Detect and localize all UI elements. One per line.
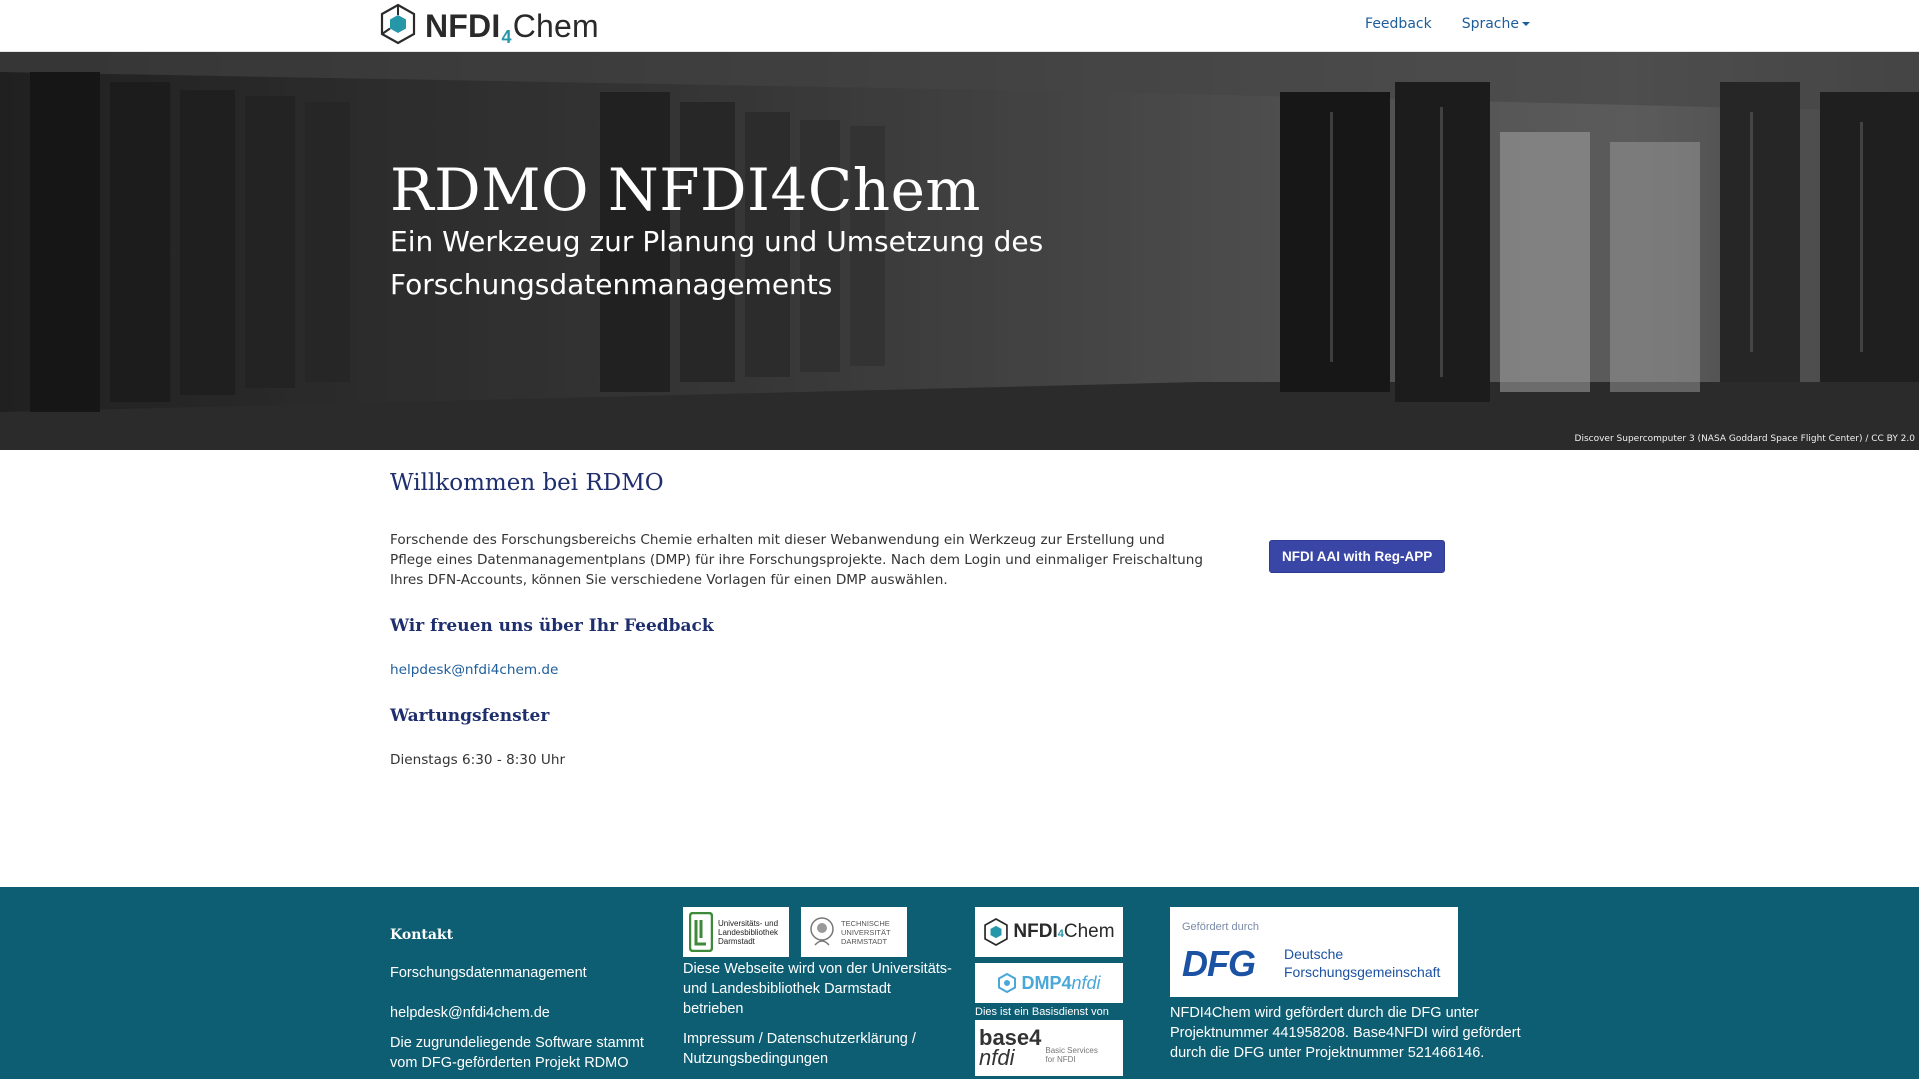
dmp4nfdi-logo[interactable]: DMP4nfdi [975, 963, 1123, 1003]
footer-funding: Gefördert durch DFG Deutsche Forschungsg… [1170, 907, 1530, 1063]
caret-down-icon [1522, 22, 1530, 26]
footer: Kontakt Forschungsdatenmanagement helpde… [0, 887, 1919, 1079]
ulb-logo[interactable]: Universitäts- und Landesbibliothek Darms… [683, 907, 789, 957]
dfg-funded-by: Gefördert durch [1182, 921, 1260, 933]
feedback-heading: Wir freuen uns über Ihr Feedback [390, 616, 714, 636]
nfdi4chem-hexagon-logo-icon [379, 3, 417, 49]
image-credit: Discover Supercomputer 3 (NASA Goddard S… [1574, 434, 1915, 444]
footer-partner-logos: NFDI4Chem DMP4nfdi Dies ist ein Basisdie… [975, 907, 1125, 1076]
top-navbar: NFDI4Chem Feedback Sprache [0, 0, 1919, 52]
maintenance-heading: Wartungsfenster [390, 706, 550, 726]
basisdienst-text: Dies ist ein Basisdienst von [975, 1006, 1109, 1018]
dfg-wordmark: DFG [1182, 943, 1256, 984]
maintenance-text: Dienstags 6:30 - 8:30 Uhr [390, 752, 566, 768]
brand-name: NFDI4Chem [425, 7, 599, 47]
tu-athena-icon [810, 917, 834, 946]
tu-logo-text: TECHNISCHE UNIVERSITÄT DARMSTADT [841, 918, 891, 946]
dfg-logo[interactable]: Gefördert durch DFG Deutsche Forschungsg… [1170, 907, 1458, 997]
nfdi-aai-login-button[interactable]: NFDI AAI with Reg-APP [1269, 540, 1446, 573]
contact-line: Forschungsdatenmanagement [390, 965, 587, 981]
contact-heading: Kontakt [390, 927, 454, 943]
nav-feedback-link[interactable]: Feedback [1365, 16, 1432, 32]
software-text: Die zugrundeliegende Software stammt vom… [390, 1035, 644, 1071]
dfg-full-name: Deutsche Forschungsgemeinschaft [1284, 946, 1441, 980]
footer-operator: Universitäts- und Landesbibliothek Darms… [683, 907, 953, 1069]
ulb-emblem-icon [689, 912, 713, 952]
language-label: Sprache [1461, 16, 1519, 32]
base4nfdi-wordmark: base4 nfdi [979, 1025, 1042, 1070]
footer-email-link[interactable]: helpdesk@nfdi4chem.de [390, 1003, 650, 1023]
hero-banner: RDMO NFDI4Chem Ein Werkzeug zur Planung … [0, 52, 1919, 450]
footer-contact: Kontakt Forschungsdatenmanagement helpde… [390, 927, 650, 1073]
hero-title: RDMO NFDI4Chem [390, 156, 981, 224]
tu-darmstadt-logo[interactable]: TECHNISCHE UNIVERSITÄT DARMSTADT [801, 907, 907, 957]
dmp4nfdi-logo-text: DMP4nfdi [1021, 972, 1101, 993]
hero-subtitle: Ein Werkzeug zur Planung und Umsetzung d… [390, 225, 1044, 301]
welcome-heading: Willkommen bei RDMO [390, 470, 664, 496]
ulb-logo-text: Universitäts- und Landesbibliothek Darms… [718, 918, 779, 946]
nfdi4chem-hexagon-logo-icon [984, 918, 1009, 946]
legal-links[interactable]: Impressum / Datenschutzerklärung / Nutzu… [683, 1029, 953, 1069]
funding-text: NFDI4Chem wird gefördert durch die DFG u… [1170, 1005, 1521, 1061]
helpdesk-email-link[interactable]: helpdesk@nfdi4chem.de [390, 662, 558, 678]
intro-text: Forschende des Forschungsbereichs Chemie… [390, 532, 1203, 588]
brand-logo[interactable]: NFDI4Chem [379, 3, 599, 49]
dmp4nfdi-emblem-icon [998, 973, 1017, 993]
nfdi4chem-footer-logo[interactable]: NFDI4Chem [975, 907, 1123, 957]
base4nfdi-caption: Basic Services for NFDI [1045, 1046, 1098, 1064]
base4nfdi-logo[interactable]: base4 nfdi Basic Services for NFDI [975, 1020, 1123, 1076]
nfdi4chem-footer-logo-text: NFDI4Chem [1013, 921, 1115, 942]
language-dropdown[interactable]: Sprache [1462, 16, 1530, 32]
main-content: Willkommen bei RDMO Forschende des Forsc… [390, 470, 1530, 768]
operator-text: Diese Webseite wird von der Universitäts… [683, 961, 952, 1017]
nav-links: Feedback Sprache [1365, 16, 1530, 32]
